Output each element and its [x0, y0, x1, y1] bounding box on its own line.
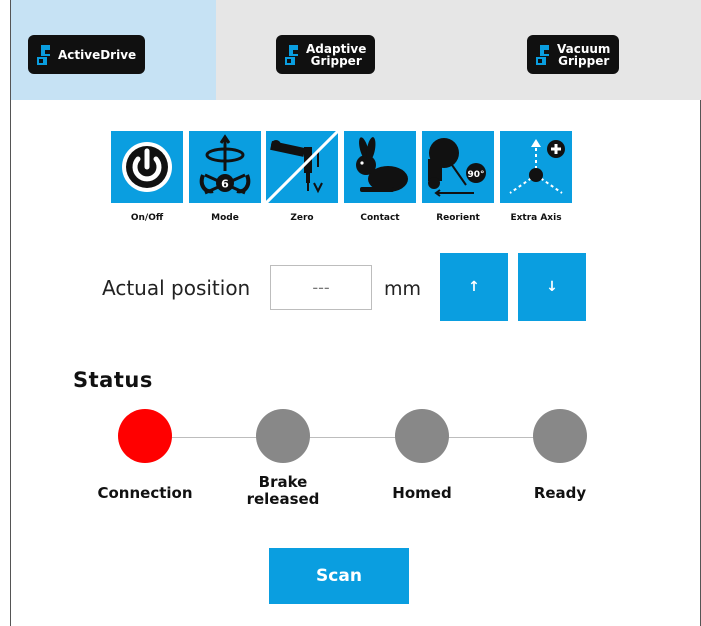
onoff-label: On/Off — [130, 213, 164, 223]
tab-vacuum-gripper-pill[interactable]: Vacuum Gripper — [527, 35, 620, 74]
reorient-button[interactable]: 90° — [422, 131, 494, 203]
status-connector-line — [145, 437, 563, 438]
scan-button-label: Scan — [316, 566, 362, 586]
status-dot-connection — [118, 409, 172, 463]
zero-button[interactable] — [266, 131, 338, 203]
svg-text:6: 6 — [221, 178, 229, 191]
svg-text:90°: 90° — [467, 170, 484, 180]
status-dot-brake-released — [256, 409, 310, 463]
actual-position-label: Actual position — [102, 276, 251, 300]
tab-vacuum-gripper-label: Vacuum Gripper — [557, 41, 611, 68]
scan-button[interactable]: Scan — [269, 548, 409, 604]
tab-adaptive-gripper-label: Adaptive Gripper — [306, 41, 367, 68]
reorient-label: Reorient — [436, 213, 480, 223]
mode-label: Mode — [211, 213, 239, 223]
power-icon — [122, 142, 172, 192]
tab-activedrive-label: ActiveDrive — [58, 47, 137, 62]
status-label-homed: Homed — [392, 484, 452, 502]
extra-axis-label: Extra Axis — [510, 213, 562, 223]
tab-bar: ActiveDrive Adaptive Gripper Vacuum Grip… — [11, 0, 701, 100]
status-label-connection: Connection — [97, 484, 193, 502]
tab-activedrive[interactable]: ActiveDrive — [11, 0, 216, 100]
tab-vacuum-gripper[interactable]: Vacuum Gripper — [456, 0, 701, 100]
mode-6dof-icon: 6 — [199, 134, 251, 195]
reorient-90-icon: 90° — [428, 138, 486, 197]
status-dot-homed — [395, 409, 449, 463]
zero-icon — [266, 131, 338, 203]
status-title: Status — [73, 368, 153, 392]
move-down-button[interactable]: ↓ — [518, 253, 586, 321]
tab-activedrive-pill[interactable]: ActiveDrive — [28, 35, 146, 74]
zero-label: Zero — [290, 213, 314, 223]
position-unit-label: mm — [384, 278, 422, 300]
brand-logo-icon — [37, 44, 50, 65]
mode-button[interactable]: 6 — [189, 131, 261, 203]
tab-adaptive-gripper[interactable]: Adaptive Gripper — [216, 0, 456, 100]
rabbit-icon — [356, 137, 408, 192]
tab-adaptive-gripper-pill[interactable]: Adaptive Gripper — [276, 35, 376, 74]
status-dot-ready — [533, 409, 587, 463]
contact-button[interactable] — [344, 131, 416, 203]
extra-axis-icon — [509, 139, 565, 194]
move-up-button[interactable]: ↑ — [440, 253, 508, 321]
extra-axis-button[interactable] — [500, 131, 572, 203]
status-label-brake-released: Brake released — [246, 473, 320, 508]
contact-label: Contact — [360, 213, 400, 223]
actual-position-field[interactable] — [270, 265, 372, 310]
brand-logo-icon — [536, 44, 549, 65]
onoff-button[interactable] — [111, 131, 183, 203]
status-label-ready: Ready — [533, 484, 587, 502]
arrow-up-icon: ↑ — [468, 279, 480, 295]
arrow-down-icon: ↓ — [546, 279, 558, 295]
brand-logo-icon — [285, 44, 298, 65]
